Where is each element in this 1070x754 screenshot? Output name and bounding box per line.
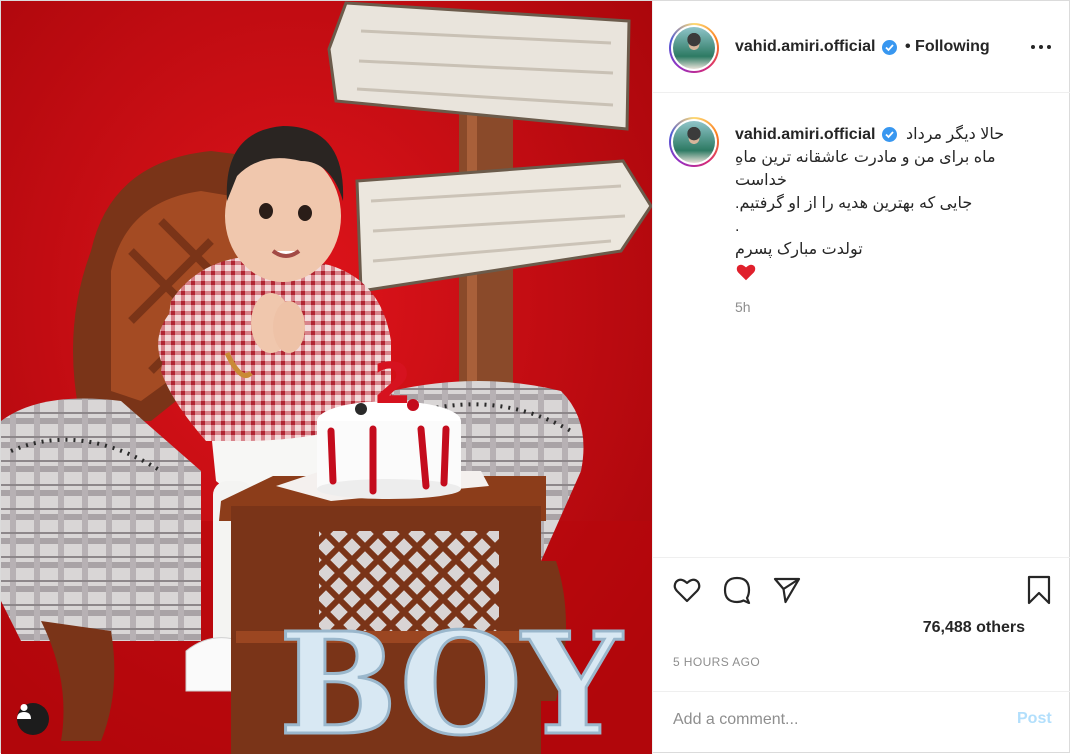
caption-text: حالا دیگر مرداد ماه برای من و مادرت عاشق… [735, 123, 1015, 283]
caption-time[interactable]: 5h [735, 299, 751, 315]
post-photo[interactable]: 2 BOY [1, 1, 652, 754]
comment-icon[interactable] [721, 574, 753, 606]
photo-illustration: 2 BOY [1, 1, 652, 754]
following-button[interactable]: • Following [905, 38, 990, 56]
user-tag-icon [17, 704, 31, 719]
post-dialog: 2 BOY vahid.amiri.official • Following v… [0, 0, 1070, 754]
caption-line: خداست [735, 172, 787, 189]
heart-icon[interactable] [671, 574, 703, 606]
author-username[interactable]: vahid.amiri.official [735, 38, 875, 56]
post-comment-button[interactable]: Post [1017, 710, 1052, 728]
red-heart-icon [736, 264, 756, 281]
post-side-panel: vahid.amiri.official • Following vahid.a… [652, 1, 1070, 754]
boy-letters: BOY [279, 603, 624, 754]
post-timestamp[interactable]: 5 HOURS AGO [673, 655, 760, 669]
comment-bar: Post [653, 691, 1070, 754]
cake-topper-number: 2 [373, 352, 412, 417]
caption-line: حالا دیگر مرداد [906, 126, 1005, 143]
caption-author-avatar[interactable] [669, 117, 719, 167]
post-header: vahid.amiri.official • Following [653, 1, 1070, 93]
caption-line: . [735, 218, 740, 235]
bookmark-icon[interactable] [1023, 574, 1055, 606]
user-tag-button[interactable] [17, 703, 49, 735]
action-bar [653, 557, 1070, 617]
caption-line: جایی که بهترین هدیه را از او گرفتیم. [735, 195, 973, 212]
paper-plane-icon[interactable] [771, 574, 803, 606]
likes-count[interactable]: 76,488 others [923, 619, 1025, 637]
caption-line: تولدت مبارک پسرم [735, 241, 863, 258]
verified-badge-icon [882, 40, 897, 55]
comment-input[interactable] [673, 706, 993, 734]
caption-section: vahid.amiri.official حالا دیگر مرداد ماه… [653, 93, 1070, 556]
author-avatar[interactable] [669, 23, 719, 73]
more-options-icon[interactable] [1029, 37, 1053, 57]
caption-line: ماه برای من و مادرت عاشقانه ترین ماهِ [735, 149, 996, 166]
